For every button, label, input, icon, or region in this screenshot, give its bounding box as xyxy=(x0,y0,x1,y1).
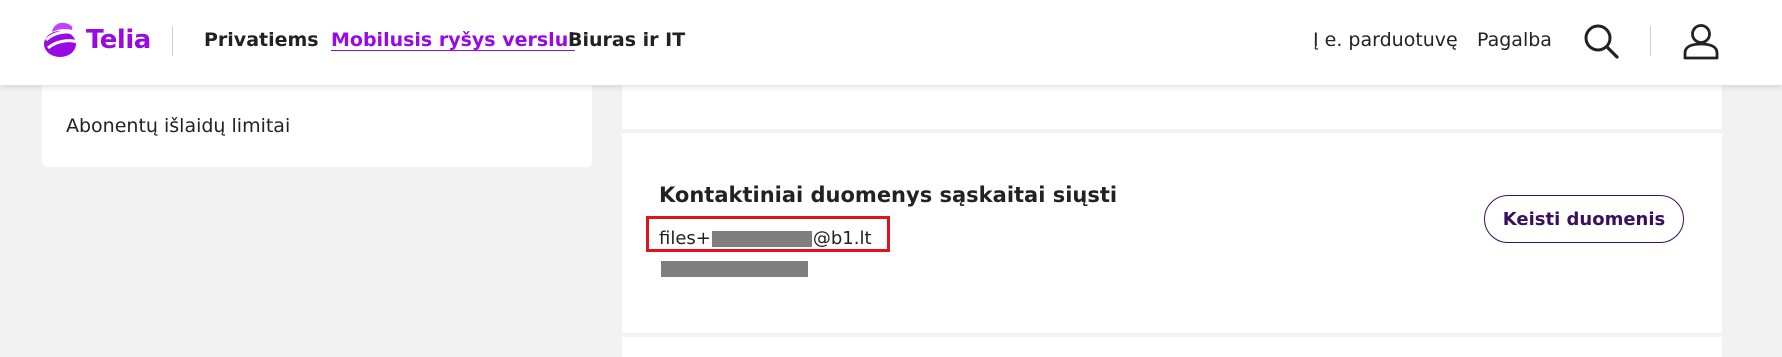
sidebar-menu: Abonentų išlaidų limitai xyxy=(42,85,592,167)
eshop-link[interactable]: Į e. parduotuvę xyxy=(1313,29,1458,51)
top-navigation-bar: Telia Privatiems Mobilusis ryšys verslui… xyxy=(0,0,1782,85)
redacted-contact-line xyxy=(661,261,808,277)
email-highlight-box xyxy=(646,216,890,252)
edit-data-button[interactable]: Keisti duomenis xyxy=(1484,195,1684,243)
nav-biuras-ir-it[interactable]: Biuras ir IT xyxy=(568,29,685,51)
telia-logo-icon xyxy=(44,22,78,57)
nav-mobilusis-rysys-verslui[interactable]: Mobilusis ryšys verslui xyxy=(331,29,575,51)
user-icon[interactable] xyxy=(1682,22,1720,60)
header-divider xyxy=(172,26,173,56)
sidebar-item-abonentu-islaidu-limitai[interactable]: Abonentų išlaidų limitai xyxy=(66,115,290,137)
nav-privatiems[interactable]: Privatiems xyxy=(204,29,319,51)
section-title: Kontaktiniai duomenys sąskaitai siųsti xyxy=(659,183,1118,207)
search-icon[interactable] xyxy=(1582,22,1620,60)
header-divider-right xyxy=(1650,26,1651,56)
telia-logo[interactable]: Telia xyxy=(40,20,151,60)
brand-name: Telia xyxy=(86,25,151,55)
help-link[interactable]: Pagalba xyxy=(1477,29,1552,51)
previous-section-card xyxy=(622,85,1722,129)
next-section-card xyxy=(622,337,1722,357)
contact-data-section: Kontaktiniai duomenys sąskaitai siųsti f… xyxy=(622,133,1722,333)
